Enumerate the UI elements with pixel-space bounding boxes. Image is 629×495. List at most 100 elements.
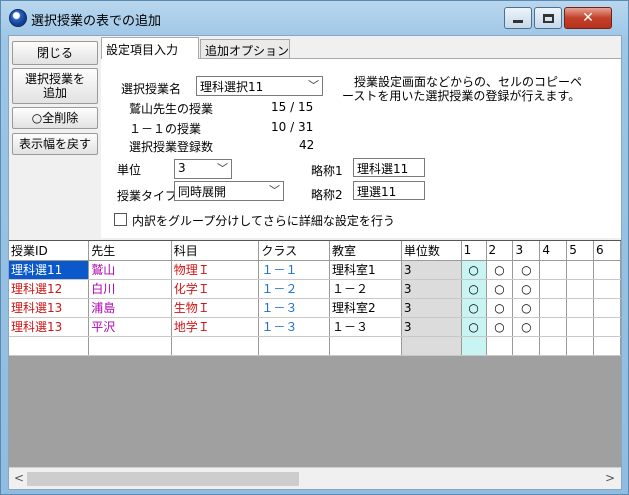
cell-slot-6[interactable] [593,317,621,337]
cell-room[interactable]: 理科室2 [329,298,402,318]
header-subject[interactable]: 科目 [171,241,260,261]
header-id[interactable]: 授業ID [9,241,90,261]
abbr1-field[interactable]: 理科選11 [353,158,425,177]
cell-slot-2[interactable]: ○ [486,260,514,280]
cell-slot-6[interactable] [593,279,621,299]
header-slot-6[interactable]: 6 [593,241,621,261]
cell-subject[interactable]: 物理Ｉ [171,260,260,280]
cell-class[interactable]: １－１ [258,260,331,280]
chevron-left-icon[interactable]: < [14,471,24,485]
cell-slot-4[interactable] [539,260,568,280]
table-row[interactable]: 理科選13 平沢 地学Ｉ １－３ １－３ 3 ○ ○ ○ [9,317,621,337]
header-slot-5[interactable]: 5 [566,241,595,261]
cell-units[interactable]: 3 [401,260,462,280]
header-slot-4[interactable]: 4 [539,241,568,261]
cell-slot-3[interactable]: ○ [512,298,541,318]
cell-class[interactable]: １－３ [258,317,331,337]
cell-room[interactable]: １－３ [329,317,402,337]
abbr2-field[interactable]: 理選11 [353,181,425,200]
table-row[interactable]: 理科選12 白川 化学Ｉ １－２ １－２ 3 ○ ○ ○ [9,279,621,299]
header-teacher[interactable]: 先生 [88,241,172,261]
cell-empty[interactable] [171,336,260,356]
cell-slot-1[interactable]: ○ [461,260,487,280]
course-name-label: 選択授業名 [121,82,182,96]
cell-empty[interactable] [401,336,462,356]
cell-empty[interactable] [593,336,621,356]
reset-width-button[interactable]: 表示幅を戻す [12,133,98,155]
cell-id[interactable]: 理科選13 [9,317,90,337]
client-area: 閉じる 選択授業を 追加 ○全削除 表示幅を戻す 設定項目入力 追加オプション … [8,35,622,490]
tab-options[interactable]: 追加オプション [200,39,290,59]
header-class[interactable]: クラス [258,241,331,261]
header-units[interactable]: 単位数 [401,241,462,261]
close-button[interactable]: ✕ [564,7,612,29]
cell-units[interactable]: 3 [401,298,462,318]
cell-subject[interactable]: 生物Ｉ [171,298,260,318]
table-row[interactable]: 理科選13 浦島 生物Ｉ １－３ 理科室2 3 ○ ○ ○ [9,298,621,318]
tab-settings[interactable]: 設定項目入力 [101,37,199,59]
titlebar[interactable]: 選択授業の表での追加 ✕ [1,1,628,35]
cell-slot-6[interactable] [593,298,621,318]
cell-empty[interactable] [539,336,568,356]
cell-units[interactable]: 3 [401,279,462,299]
cell-slot-1[interactable]: ○ [461,298,487,318]
add-course-button[interactable]: 選択授業を 追加 [12,68,98,104]
cell-slot-5[interactable] [566,260,595,280]
cell-empty[interactable] [461,336,487,356]
horizontal-scrollbar[interactable]: < > [9,467,621,489]
cell-empty[interactable] [88,336,172,356]
chevron-right-icon[interactable]: > [605,471,615,485]
cell-empty[interactable] [486,336,514,356]
cell-slot-2[interactable]: ○ [486,298,514,318]
cell-slot-4[interactable] [539,317,568,337]
cell-slot-6[interactable] [593,260,621,280]
cell-room[interactable]: 理科室1 [329,260,402,280]
group-checkbox[interactable] [114,213,127,226]
cell-slot-4[interactable] [539,279,568,299]
cell-slot-5[interactable] [566,298,595,318]
cell-empty[interactable] [9,336,90,356]
cell-slot-1[interactable]: ○ [461,317,487,337]
cell-slot-4[interactable] [539,298,568,318]
delete-all-button[interactable]: ○全削除 [12,107,98,129]
cell-slot-3[interactable]: ○ [512,317,541,337]
course-name-select[interactable]: 理科選択11 ﹀ [196,76,323,96]
lesson-type-select[interactable]: 同時展開 ﹀ [174,181,284,201]
cell-teacher[interactable]: 鷲山 [88,260,172,280]
cell-slot-2[interactable]: ○ [486,279,514,299]
cell-slot-3[interactable]: ○ [512,279,541,299]
cell-class[interactable]: １－３ [258,298,331,318]
maximize-button[interactable] [534,7,562,29]
cell-id[interactable]: 理科選13 [9,298,90,318]
units-select[interactable]: 3 ﹀ [174,159,232,179]
cell-id[interactable]: 理科選12 [9,279,90,299]
course-table: 授業ID 先生 科目 クラス 教室 単位数 1 2 3 4 5 6 理科選11 … [9,241,621,356]
cell-class[interactable]: １－２ [258,279,331,299]
header-slot-2[interactable]: 2 [486,241,514,261]
cell-teacher[interactable]: 浦島 [88,298,172,318]
cell-slot-1[interactable]: ○ [461,279,487,299]
cell-empty[interactable] [329,336,402,356]
header-room[interactable]: 教室 [329,241,402,261]
close-dialog-button[interactable]: 閉じる [12,41,98,65]
cell-slot-5[interactable] [566,317,595,337]
cell-slot-3[interactable]: ○ [512,260,541,280]
cell-empty[interactable] [566,336,595,356]
header-slot-1[interactable]: 1 [461,241,487,261]
cell-subject[interactable]: 地学Ｉ [171,317,260,337]
cell-id[interactable]: 理科選11 [9,260,90,280]
cell-slot-5[interactable] [566,279,595,299]
scroll-thumb[interactable] [27,472,299,486]
table-row[interactable]: 理科選11 鷲山 物理Ｉ １－１ 理科室1 3 ○ ○ ○ [9,260,621,280]
cell-empty[interactable] [512,336,541,356]
cell-subject[interactable]: 化学Ｉ [171,279,260,299]
table-row-empty[interactable] [9,336,621,356]
minimize-button[interactable] [504,7,532,29]
cell-room[interactable]: １－２ [329,279,402,299]
cell-empty[interactable] [258,336,331,356]
cell-units[interactable]: 3 [401,317,462,337]
cell-teacher[interactable]: 白川 [88,279,172,299]
cell-teacher[interactable]: 平沢 [88,317,172,337]
header-slot-3[interactable]: 3 [512,241,541,261]
cell-slot-2[interactable]: ○ [486,317,514,337]
